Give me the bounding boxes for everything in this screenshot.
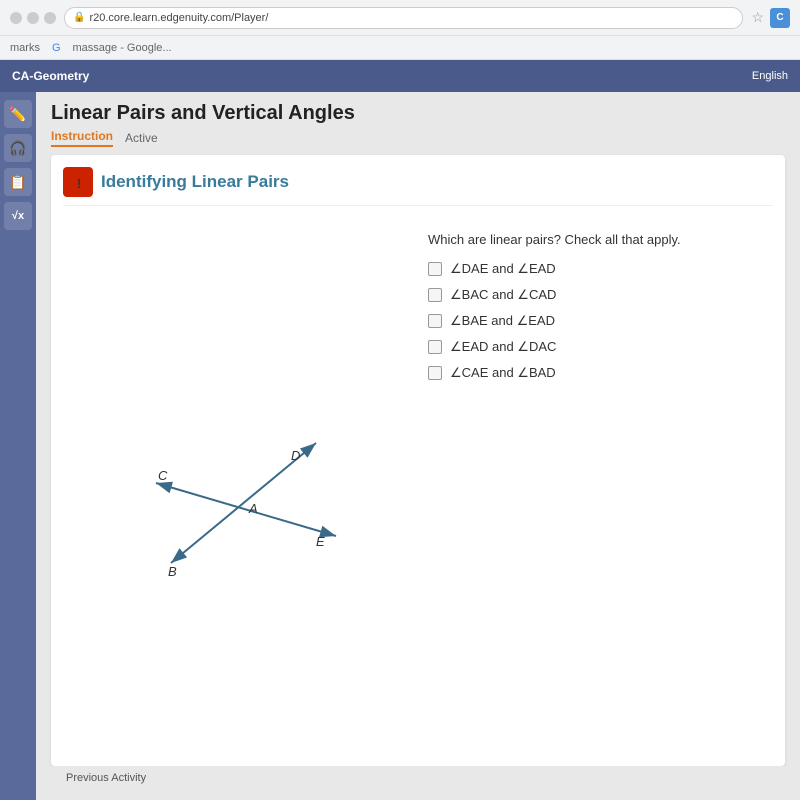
checkbox-4[interactable] [428,340,442,354]
browser-nav-icons [10,12,56,24]
checkbox-3[interactable] [428,314,442,328]
headphones-icon[interactable]: 🎧 [4,134,32,162]
browser-actions: ☆ C [751,8,790,28]
option-5-text: ∠CAE and ∠BAD [450,365,556,381]
option-2[interactable]: ∠BAC and ∠CAD [428,287,773,303]
tab-instruction[interactable]: Instruction [51,129,113,147]
browser-refresh[interactable] [44,12,56,24]
card-header: ! Identifying Linear Pairs [63,167,773,206]
page-title-section: Linear Pairs and Vertical Angles Instruc… [51,102,785,147]
browser-forward[interactable] [27,12,39,24]
card-body: A B C D E Which are linear pairs? Check … [63,222,773,754]
main-layout: ✏️ 🎧 📋 √x Linear Pairs and Vertical Angl… [0,92,800,800]
point-a-label: A [248,501,258,516]
prev-activity-link[interactable]: Previous Activity [66,772,146,784]
app-title: CA-Geometry [12,69,89,83]
url-text: r20.core.learn.edgenuity.com/Player/ [89,12,268,24]
content-area: Linear Pairs and Vertical Angles Instruc… [36,92,800,800]
checkbox-1[interactable] [428,262,442,276]
option-1[interactable]: ∠DAE and ∠EAD [428,261,773,277]
svg-text:!: ! [77,176,81,191]
point-e-label: E [316,534,325,549]
point-d-label: D [291,448,300,463]
star-icon[interactable]: ☆ [751,9,764,26]
tab-bar: Instruction Active [51,129,785,147]
option-4[interactable]: ∠EAD and ∠DAC [428,339,773,355]
checkbox-2[interactable] [428,288,442,302]
geometry-diagram: A B C D E [116,388,356,588]
option-3[interactable]: ∠BAE and ∠EAD [428,313,773,329]
page-title: Linear Pairs and Vertical Angles [51,102,785,125]
card-title: Identifying Linear Pairs [101,172,289,192]
bookmark-marks[interactable]: marks [10,42,40,54]
language-button[interactable]: English [752,70,788,82]
option-3-text: ∠BAE and ∠EAD [450,313,555,329]
question-text: Which are linear pairs? Check all that a… [428,232,773,247]
calculator-icon[interactable]: √x [4,202,32,230]
notes-icon[interactable]: 📋 [4,168,32,196]
google-icon: G [52,42,61,54]
browser-c-btn[interactable]: C [770,8,790,28]
address-bar[interactable]: 🔒 r20.core.learn.edgenuity.com/Player/ [64,7,743,29]
pencil-icon[interactable]: ✏️ [4,100,32,128]
questions-area: Which are linear pairs? Check all that a… [428,222,773,754]
browser-back[interactable] [10,12,22,24]
option-5[interactable]: ∠CAE and ∠BAD [428,365,773,381]
option-4-text: ∠EAD and ∠DAC [450,339,556,355]
point-c-label: C [158,468,168,483]
browser-bar: 🔒 r20.core.learn.edgenuity.com/Player/ ☆… [0,0,800,36]
checkbox-5[interactable] [428,366,442,380]
white-card: ! Identifying Linear Pairs [51,155,785,766]
tab-active[interactable]: Active [125,131,158,145]
lock-icon: 🔒 [73,12,85,23]
diagram-area: A B C D E [63,222,408,754]
bookmarks-bar: marks G massage - Google... [0,36,800,60]
bookmark-massage[interactable]: massage - Google... [73,42,172,54]
option-1-text: ∠DAE and ∠EAD [450,261,556,277]
option-2-text: ∠BAC and ∠CAD [450,287,556,303]
bottom-bar: Previous Activity [51,766,785,790]
left-sidebar: ✏️ 🎧 📋 √x [0,92,36,800]
app-header: CA-Geometry English [0,60,800,92]
point-b-label: B [168,564,177,579]
card-icon: ! [63,167,93,197]
